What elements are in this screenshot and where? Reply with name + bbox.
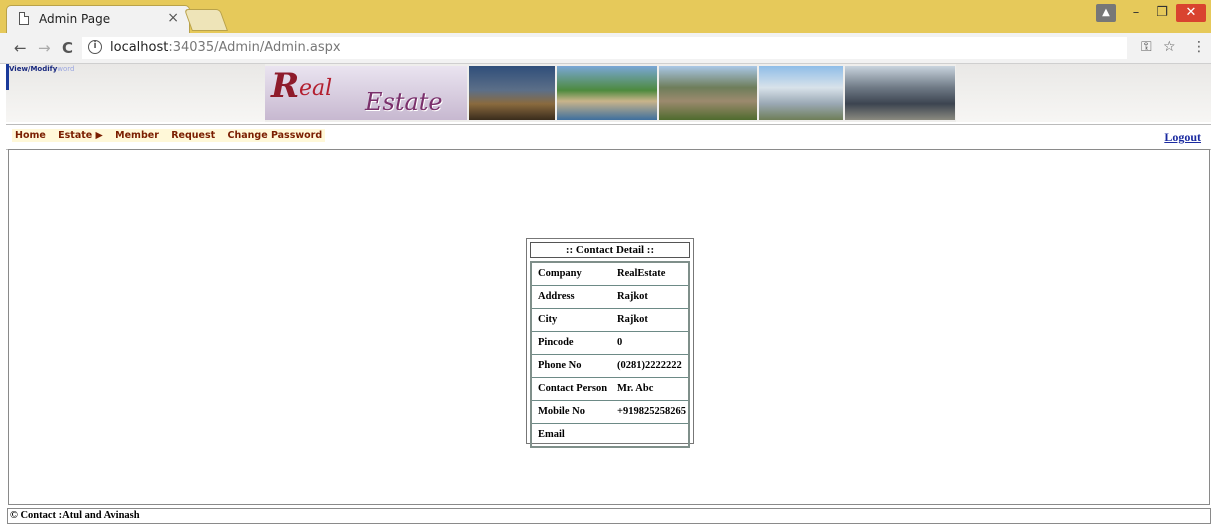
browser-toolbar: ← → C i localhost:34035/Admin/Admin.aspx… xyxy=(0,33,1211,64)
row-value: (0281)2222222 xyxy=(617,360,682,371)
banner-photo-city xyxy=(845,66,955,120)
address-bar[interactable]: i localhost:34035/Admin/Admin.aspx xyxy=(82,37,1127,59)
profile-icon[interactable]: ▲ xyxy=(1096,4,1116,22)
banner-faded-right xyxy=(956,64,1211,122)
view-modify-link[interactable]: View/Modifyword xyxy=(9,65,74,73)
minimize-button[interactable]: – xyxy=(1124,4,1148,22)
logo-text-estate: Estate xyxy=(365,88,443,116)
browser-menu-icon[interactable]: ⋮ xyxy=(1192,39,1206,55)
tab-title: Admin Page xyxy=(39,12,111,26)
row-value: Rajkot xyxy=(617,314,648,325)
row-label: Phone No xyxy=(538,360,582,371)
site-header-banner: View/Modifyword R eal Estate xyxy=(6,64,1211,122)
row-label: Email xyxy=(538,429,565,440)
table-row: Pincode 0 xyxy=(532,332,688,355)
row-value: Rajkot xyxy=(617,291,648,302)
reload-icon[interactable]: C xyxy=(62,39,73,57)
new-tab-button[interactable] xyxy=(183,9,229,31)
logo-text-eal: eal xyxy=(299,76,333,101)
row-label: City xyxy=(538,314,558,325)
forward-icon[interactable]: → xyxy=(38,39,51,57)
key-icon[interactable]: ⚿ xyxy=(1141,39,1152,55)
banner-photo-house-night xyxy=(469,66,555,120)
banner-photo-villa xyxy=(659,66,757,120)
tab-close-icon[interactable]: × xyxy=(167,10,179,26)
url-text: localhost:34035/Admin/Admin.aspx xyxy=(110,40,341,55)
logout-link[interactable]: Logout xyxy=(1164,130,1201,145)
view-modify-text: View/Modify xyxy=(9,65,58,73)
browser-tab[interactable]: Admin Page × xyxy=(6,5,190,33)
table-row: Contact Person Mr. Abc xyxy=(532,378,688,401)
site-logo: R eal Estate xyxy=(265,66,467,120)
password-faded-text: word xyxy=(57,65,75,73)
close-window-button[interactable]: ✕ xyxy=(1176,4,1206,22)
table-row: Company RealEstate xyxy=(532,263,688,286)
contact-detail-box: :: Contact Detail :: Company RealEstate A… xyxy=(526,238,694,448)
back-icon[interactable]: ← xyxy=(14,39,27,57)
table-row: Address Rajkot xyxy=(532,286,688,309)
logo-letter-r: R xyxy=(271,66,300,106)
bookmark-star-icon[interactable]: ☆ xyxy=(1163,39,1176,55)
row-value: +919825258265 xyxy=(617,406,686,417)
contact-detail-table: Company RealEstate Address Rajkot City Rajk… xyxy=(530,261,690,448)
url-host: localhost xyxy=(110,40,169,55)
table-row: Mobile No +919825258265 xyxy=(532,401,688,424)
main-menu-bar: Home Estate ▶ Member Request Change Pass… xyxy=(6,124,1211,150)
browser-tabstrip: Admin Page × ▲ – ❐ ✕ xyxy=(0,0,1211,33)
banner-photo-building xyxy=(759,66,843,120)
row-label: Address xyxy=(538,291,575,302)
url-path: :34035/Admin/Admin.aspx xyxy=(168,40,341,55)
menu-item-request[interactable]: Request xyxy=(171,130,215,141)
page-footer: © Contact :Atul and Avinash xyxy=(7,508,1211,524)
banner-photo-resort xyxy=(557,66,657,120)
row-value: Mr. Abc xyxy=(617,383,654,394)
page-icon xyxy=(19,12,29,25)
maximize-button[interactable]: ❐ xyxy=(1150,4,1174,22)
table-row: City Rajkot xyxy=(532,309,688,332)
contact-detail-title: :: Contact Detail :: xyxy=(530,242,690,258)
row-label: Mobile No xyxy=(538,406,585,417)
table-row: Email xyxy=(532,424,688,446)
row-value: RealEstate xyxy=(617,268,666,279)
row-label: Contact Person xyxy=(538,383,608,394)
menu-item-estate[interactable]: Estate ▶ xyxy=(58,130,103,141)
table-row: Phone No (0281)2222222 xyxy=(532,355,688,378)
menu-item-home[interactable]: Home xyxy=(15,130,46,141)
menu-item-change-password[interactable]: Change Password xyxy=(227,130,322,141)
info-icon[interactable]: i xyxy=(88,40,102,54)
main-menu: Home Estate ▶ Member Request Change Pass… xyxy=(12,129,326,142)
row-label: Company xyxy=(538,268,582,279)
row-value: 0 xyxy=(617,337,623,348)
menu-item-member[interactable]: Member xyxy=(115,130,159,141)
row-label: Pincode xyxy=(538,337,574,348)
